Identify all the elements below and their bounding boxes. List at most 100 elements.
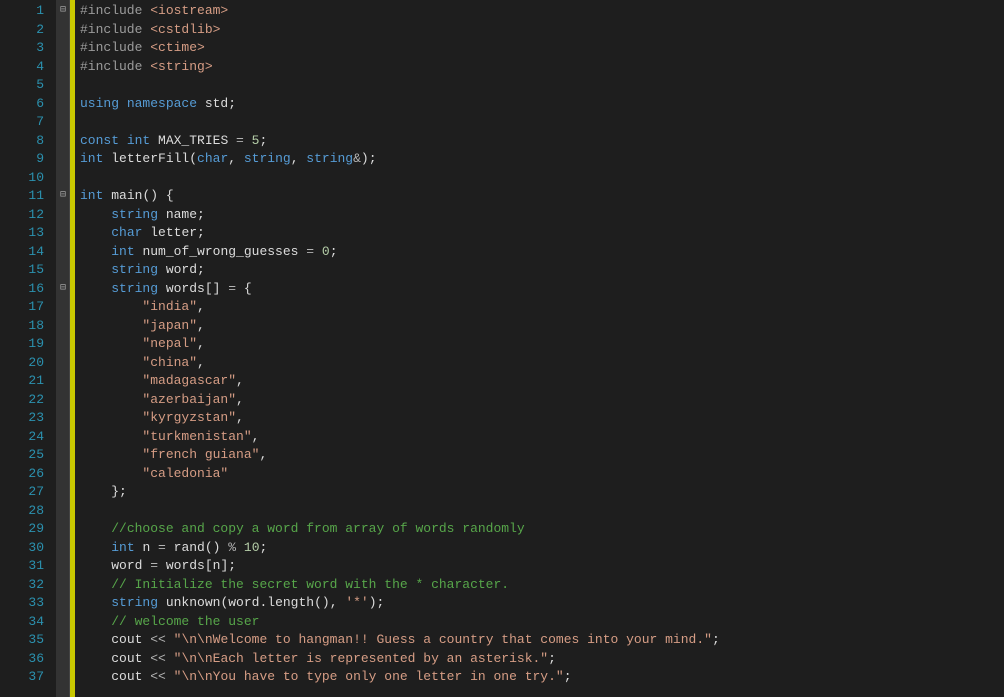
code-line[interactable]: //choose and copy a word from array of w…	[80, 520, 1004, 539]
line-number: 7	[0, 113, 56, 132]
fold-toggle	[57, 354, 69, 373]
fold-toggle	[57, 335, 69, 354]
token-str: '*'	[345, 595, 368, 610]
fold-toggle	[57, 150, 69, 169]
line-number: 1	[0, 2, 56, 21]
fold-toggle[interactable]: ⊟	[57, 187, 69, 206]
code-line[interactable]: int n = rand() % 10;	[80, 539, 1004, 558]
code-line[interactable]: "japan",	[80, 317, 1004, 336]
token-str: "\n\nWelcome to hangman!! Guess a countr…	[174, 632, 712, 647]
fold-column[interactable]: ⊟ ⊟ ⊟	[56, 0, 70, 697]
fold-toggle	[57, 317, 69, 336]
line-number: 2	[0, 21, 56, 40]
code-editor[interactable]: 1234567891011121314151617181920212223242…	[0, 0, 1004, 697]
code-line[interactable]: #include <cstdlib>	[80, 21, 1004, 40]
code-line[interactable]: "madagascar",	[80, 372, 1004, 391]
token-str: "french guiana"	[142, 447, 259, 462]
code-line[interactable]	[80, 169, 1004, 188]
code-line[interactable]: "azerbaijan",	[80, 391, 1004, 410]
token-punct: ,	[197, 299, 205, 314]
token-punct: ()	[205, 540, 228, 555]
token-punct: ];	[220, 558, 236, 573]
code-line[interactable]: #include <string>	[80, 58, 1004, 77]
line-number: 26	[0, 465, 56, 484]
token-ident: cout	[111, 632, 150, 647]
token-ident: std	[205, 96, 228, 111]
token-punct: (),	[314, 595, 345, 610]
token-ident: cout	[111, 669, 150, 684]
code-line[interactable]: char letter;	[80, 224, 1004, 243]
fold-toggle	[57, 650, 69, 669]
token-str: <string>	[150, 59, 212, 74]
code-line[interactable]: string word;	[80, 261, 1004, 280]
token-punct: ;	[260, 540, 268, 555]
code-line[interactable]: #include <ctime>	[80, 39, 1004, 58]
line-number: 32	[0, 576, 56, 595]
token-kw: int	[80, 151, 111, 166]
line-number: 28	[0, 502, 56, 521]
fold-toggle	[57, 428, 69, 447]
fold-toggle[interactable]: ⊟	[57, 280, 69, 299]
fold-toggle	[57, 372, 69, 391]
code-line[interactable]: string name;	[80, 206, 1004, 225]
fold-toggle[interactable]: ⊟	[57, 2, 69, 21]
code-line[interactable]: #include <iostream>	[80, 2, 1004, 21]
token-str: "\n\nEach letter is represented by an as…	[174, 651, 548, 666]
token-ident: cout	[111, 651, 150, 666]
token-ident: word	[111, 558, 150, 573]
token-op: =	[236, 133, 252, 148]
token-ident: unknown	[166, 595, 221, 610]
code-line[interactable]: int letterFill(char, string, string&);	[80, 150, 1004, 169]
token-punct: ;	[197, 207, 205, 222]
code-line[interactable]	[80, 113, 1004, 132]
code-line[interactable]: "caledonia"	[80, 465, 1004, 484]
code-line[interactable]: "turkmenistan",	[80, 428, 1004, 447]
line-number: 34	[0, 613, 56, 632]
code-line[interactable]: // Initialize the secret word with the *…	[80, 576, 1004, 595]
fold-toggle	[57, 465, 69, 484]
code-line[interactable]: "nepal",	[80, 335, 1004, 354]
code-line[interactable]: word = words[n];	[80, 557, 1004, 576]
code-line[interactable]: cout << "\n\nYou have to type only one l…	[80, 668, 1004, 687]
code-line[interactable]: cout << "\n\nEach letter is represented …	[80, 650, 1004, 669]
token-punct: ;	[712, 632, 720, 647]
token-num: 0	[322, 244, 330, 259]
token-kw: char	[197, 151, 228, 166]
code-line[interactable]: int main() {	[80, 187, 1004, 206]
code-line[interactable]: "china",	[80, 354, 1004, 373]
token-punct: ,	[197, 355, 205, 370]
token-op: =	[158, 540, 174, 555]
token-num: 10	[244, 540, 260, 555]
code-line[interactable]: int num_of_wrong_guesses = 0;	[80, 243, 1004, 262]
code-line[interactable]: // welcome the user	[80, 613, 1004, 632]
line-number: 33	[0, 594, 56, 613]
code-line[interactable]: };	[80, 483, 1004, 502]
token-ident: main	[111, 188, 142, 203]
line-number: 18	[0, 317, 56, 336]
code-line[interactable]: "india",	[80, 298, 1004, 317]
line-number: 31	[0, 557, 56, 576]
code-line[interactable]: "french guiana",	[80, 446, 1004, 465]
fold-toggle	[57, 409, 69, 428]
code-line[interactable]	[80, 502, 1004, 521]
fold-toggle	[57, 206, 69, 225]
code-line[interactable]: cout << "\n\nWelcome to hangman!! Guess …	[80, 631, 1004, 650]
code-area[interactable]: #include <iostream>#include <cstdlib>#in…	[76, 0, 1004, 697]
line-number: 25	[0, 446, 56, 465]
token-ident: name	[166, 207, 197, 222]
token-kw: string	[111, 281, 166, 296]
code-line[interactable]: string words[] = {	[80, 280, 1004, 299]
line-number: 13	[0, 224, 56, 243]
token-op: =	[228, 281, 244, 296]
code-line[interactable]: "kyrgyzstan",	[80, 409, 1004, 428]
code-line[interactable]: const int MAX_TRIES = 5;	[80, 132, 1004, 151]
token-kw: const	[80, 133, 127, 148]
code-line[interactable]: using namespace std;	[80, 95, 1004, 114]
code-line[interactable]: string unknown(word.length(), '*');	[80, 594, 1004, 613]
token-ident: letterFill	[111, 151, 189, 166]
token-punct: ,	[228, 151, 244, 166]
fold-toggle	[57, 298, 69, 317]
token-punct: ,	[291, 151, 307, 166]
code-line[interactable]	[80, 76, 1004, 95]
line-number: 8	[0, 132, 56, 151]
